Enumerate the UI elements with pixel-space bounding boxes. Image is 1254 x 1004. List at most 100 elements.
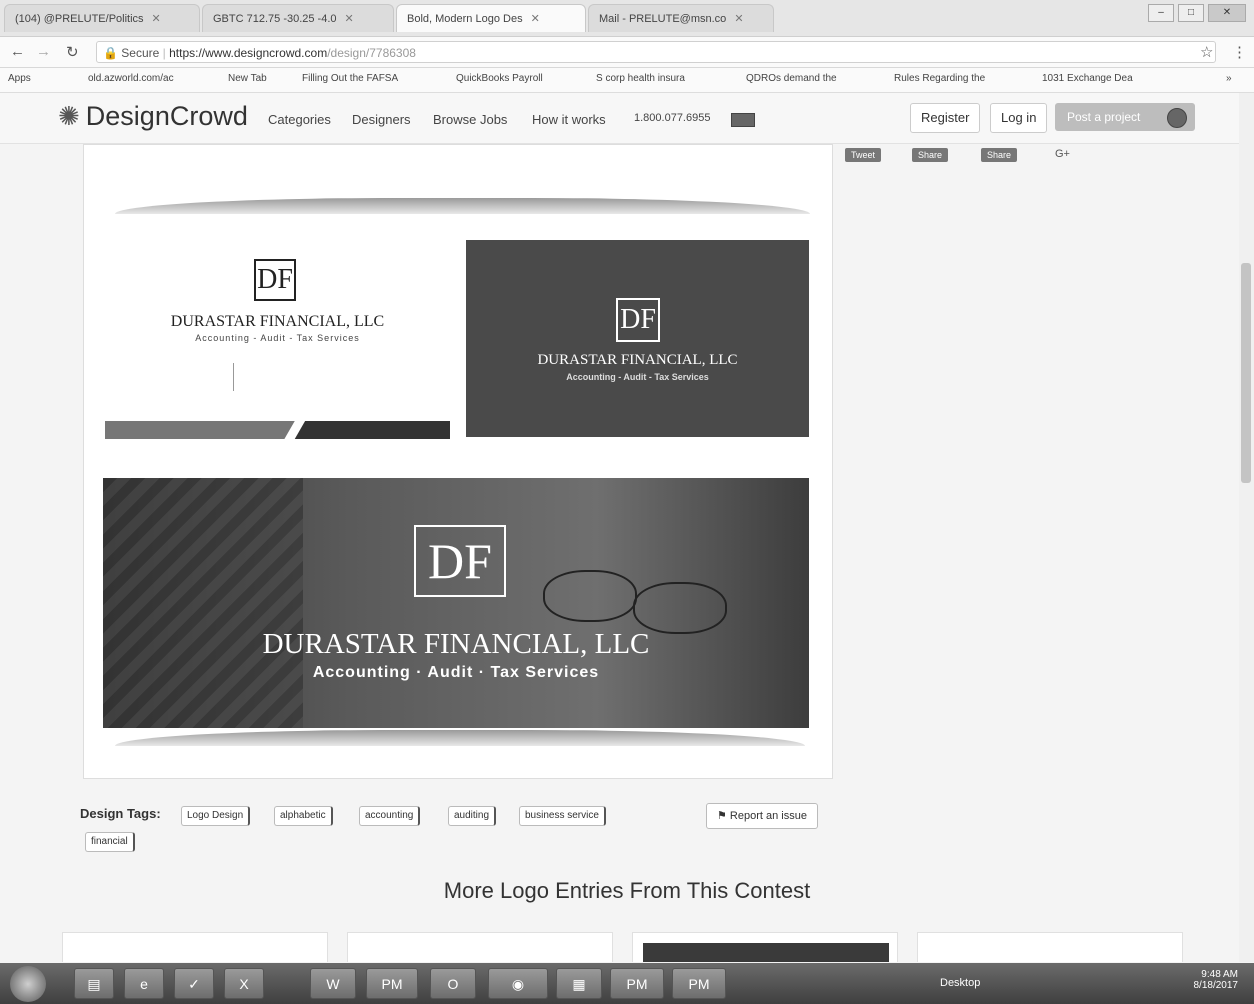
tag-logo-design[interactable]: Logo Design — [181, 806, 251, 826]
start-button[interactable] — [10, 966, 46, 1002]
designcrowd-logo[interactable]: ✺ DesignCrowd — [58, 101, 248, 132]
outlook-icon[interactable]: O — [430, 968, 476, 999]
clock-date: 8/18/2017 — [1193, 980, 1239, 991]
main-content: Tweet Share Share G+ DF DURASTAR FINANCI… — [0, 144, 1254, 962]
windows-taskbar: ▤ e ✓ X W PM O ◉ ▦ PM PM Desktop 9:48 AM… — [0, 963, 1254, 1004]
window-controls: – □ ✕ — [1148, 4, 1246, 22]
company-tagline: Accounting - Audit - Tax Services — [195, 333, 360, 343]
close-icon[interactable]: ✕ — [531, 12, 540, 25]
glasses-lens-right — [633, 582, 727, 634]
banner-mockup[interactable]: DF DURASTAR FINANCIAL, LLC Accounting · … — [103, 478, 809, 728]
secure-label: Secure — [121, 46, 160, 60]
tab-gbtc[interactable]: GBTC 712.75 -30.25 -4.0 ✕ — [202, 4, 394, 32]
tab-twitter[interactable]: (104) @PRELUTE/Politics ✕ — [4, 4, 200, 32]
tag-alphabetic[interactable]: alphabetic — [274, 806, 333, 826]
business-card-front[interactable]: DF DURASTAR FINANCIAL, LLC Accounting - … — [105, 241, 450, 439]
star-icon[interactable]: ☆ — [1200, 43, 1213, 61]
nav-browse-jobs[interactable]: Browse Jobs — [433, 112, 507, 127]
register-button[interactable]: Register — [910, 103, 981, 133]
chrome-icon[interactable]: ◉ — [488, 968, 548, 999]
df-monogram-banner: DF — [414, 525, 506, 597]
arrow-circle-icon — [1167, 108, 1187, 128]
tag-business-service[interactable]: business service — [519, 806, 606, 826]
url-field[interactable]: 🔒 Secure | https://www.designcrowd.com/d… — [96, 41, 1216, 63]
google-plus-button[interactable]: G+ — [1055, 148, 1070, 160]
scrollbar-thumb[interactable] — [1241, 263, 1251, 483]
bookmark-rules[interactable]: Rules Regarding the — [894, 73, 985, 84]
checklist-icon[interactable]: ✓ — [174, 968, 214, 999]
tweet-button[interactable]: Tweet — [845, 148, 882, 162]
lock-icon: 🔒 — [103, 46, 118, 60]
design-tags-label: Design Tags: — [80, 806, 161, 821]
close-window-icon[interactable]: ✕ — [1208, 4, 1246, 22]
close-icon[interactable]: ✕ — [345, 12, 354, 25]
bookmark-1031[interactable]: 1031 Exchange Dea — [1042, 73, 1133, 84]
entry-dark-preview — [643, 943, 889, 962]
keyboard-texture — [103, 478, 303, 728]
pm-icon[interactable]: PM — [672, 968, 726, 999]
scrollbar[interactable] — [1239, 93, 1254, 962]
ie-icon[interactable]: e — [124, 968, 164, 999]
logo-text: DesignCrowd — [85, 101, 248, 131]
phone-number: 1.800.077.6955 — [634, 112, 711, 124]
word-icon[interactable]: W — [310, 968, 356, 999]
business-card-back[interactable]: DF DURASTAR FINANCIAL, LLC Accounting - … — [466, 240, 809, 437]
site-header: ✺ DesignCrowd Categories Designers Brows… — [0, 93, 1254, 144]
tag-auditing[interactable]: auditing — [448, 806, 497, 826]
close-icon[interactable]: ✕ — [152, 12, 161, 25]
minimize-icon[interactable]: – — [1148, 4, 1174, 22]
system-clock[interactable]: 9:48 AM 8/18/2017 — [1194, 969, 1239, 991]
entry-thumbnail[interactable] — [917, 932, 1183, 962]
entry-thumbnail[interactable] — [62, 932, 328, 962]
tab-designcrowd[interactable]: Bold, Modern Logo Des ✕ — [396, 4, 586, 32]
company-name-banner: DURASTAR FINANCIAL, LLC — [262, 628, 650, 660]
df-monogram: DF — [254, 259, 296, 301]
bookmark-overflow-icon[interactable]: » — [1226, 73, 1232, 84]
reload-icon[interactable]: ↻ — [66, 43, 79, 61]
maximize-icon[interactable]: □ — [1178, 4, 1204, 22]
excel-icon[interactable]: X — [224, 968, 264, 999]
contact-divider — [193, 363, 234, 391]
pm-icon[interactable]: PM — [366, 968, 418, 999]
tab-label: Mail - PRELUTE@msn.co — [599, 12, 727, 25]
explorer-icon[interactable]: ▤ — [74, 968, 114, 999]
bookmark-fafsa[interactable]: Filling Out the FAFSA — [302, 73, 398, 84]
flag-report-icon: ⚑ — [717, 810, 730, 822]
close-icon[interactable]: ✕ — [734, 12, 743, 25]
flag-icon[interactable] — [731, 113, 755, 127]
address-bar-row: ← → ↻ 🔒 Secure | https://www.designcrowd… — [0, 37, 1254, 68]
bookmark-quickbooks[interactable]: QuickBooks Payroll — [456, 73, 543, 84]
url-host: https://www.designcrowd.com — [169, 46, 328, 60]
bookmark-apps[interactable]: Apps — [8, 73, 31, 84]
browser-tab-strip: (104) @PRELUTE/Politics ✕ GBTC 712.75 -30… — [0, 0, 1254, 37]
entry-thumbnail[interactable] — [347, 932, 613, 962]
facebook-share-button[interactable]: Share — [912, 148, 949, 162]
forward-icon[interactable]: → — [36, 43, 51, 60]
login-button[interactable]: Log in — [990, 103, 1048, 133]
desktop-toolbar[interactable]: Desktop — [940, 977, 980, 989]
bookmark-azworld[interactable]: old.azworld.com/ac — [88, 73, 174, 84]
entry-thumbnail[interactable] — [632, 932, 898, 962]
report-issue-button[interactable]: ⚑ Report an issue — [706, 803, 818, 829]
tab-label: GBTC 712.75 -30.25 -4.0 — [213, 12, 337, 25]
bookmark-scorp[interactable]: S corp health insura — [596, 73, 685, 84]
nav-designers[interactable]: Designers — [352, 112, 411, 127]
company-name-light: DURASTAR FINANCIAL, LLC — [537, 352, 738, 368]
bookmark-qdros[interactable]: QDROs demand the — [746, 73, 837, 84]
bookmark-new-tab[interactable]: New Tab — [228, 73, 267, 84]
url-path: /design/7786308 — [327, 46, 416, 60]
nav-how-it-works[interactable]: How it works — [532, 112, 606, 127]
tag-financial[interactable]: financial — [85, 832, 135, 852]
notepad-icon[interactable]: ▦ — [556, 968, 602, 999]
menu-icon[interactable]: ⋮ — [1232, 43, 1247, 61]
linkedin-share-button[interactable]: Share — [981, 148, 1018, 162]
post-project-button[interactable]: Post a project — [1055, 103, 1195, 131]
pm-icon[interactable]: PM — [610, 968, 664, 999]
nav-categories[interactable]: Categories — [268, 112, 331, 127]
company-name: DURASTAR FINANCIAL, LLC — [170, 313, 385, 330]
df-monogram-light: DF — [616, 298, 660, 342]
back-icon[interactable]: ← — [10, 43, 25, 60]
tab-mail[interactable]: Mail - PRELUTE@msn.co ✕ — [588, 4, 774, 32]
more-entries-heading: More Logo Entries From This Contest — [443, 878, 811, 903]
tag-accounting[interactable]: accounting — [359, 806, 421, 826]
